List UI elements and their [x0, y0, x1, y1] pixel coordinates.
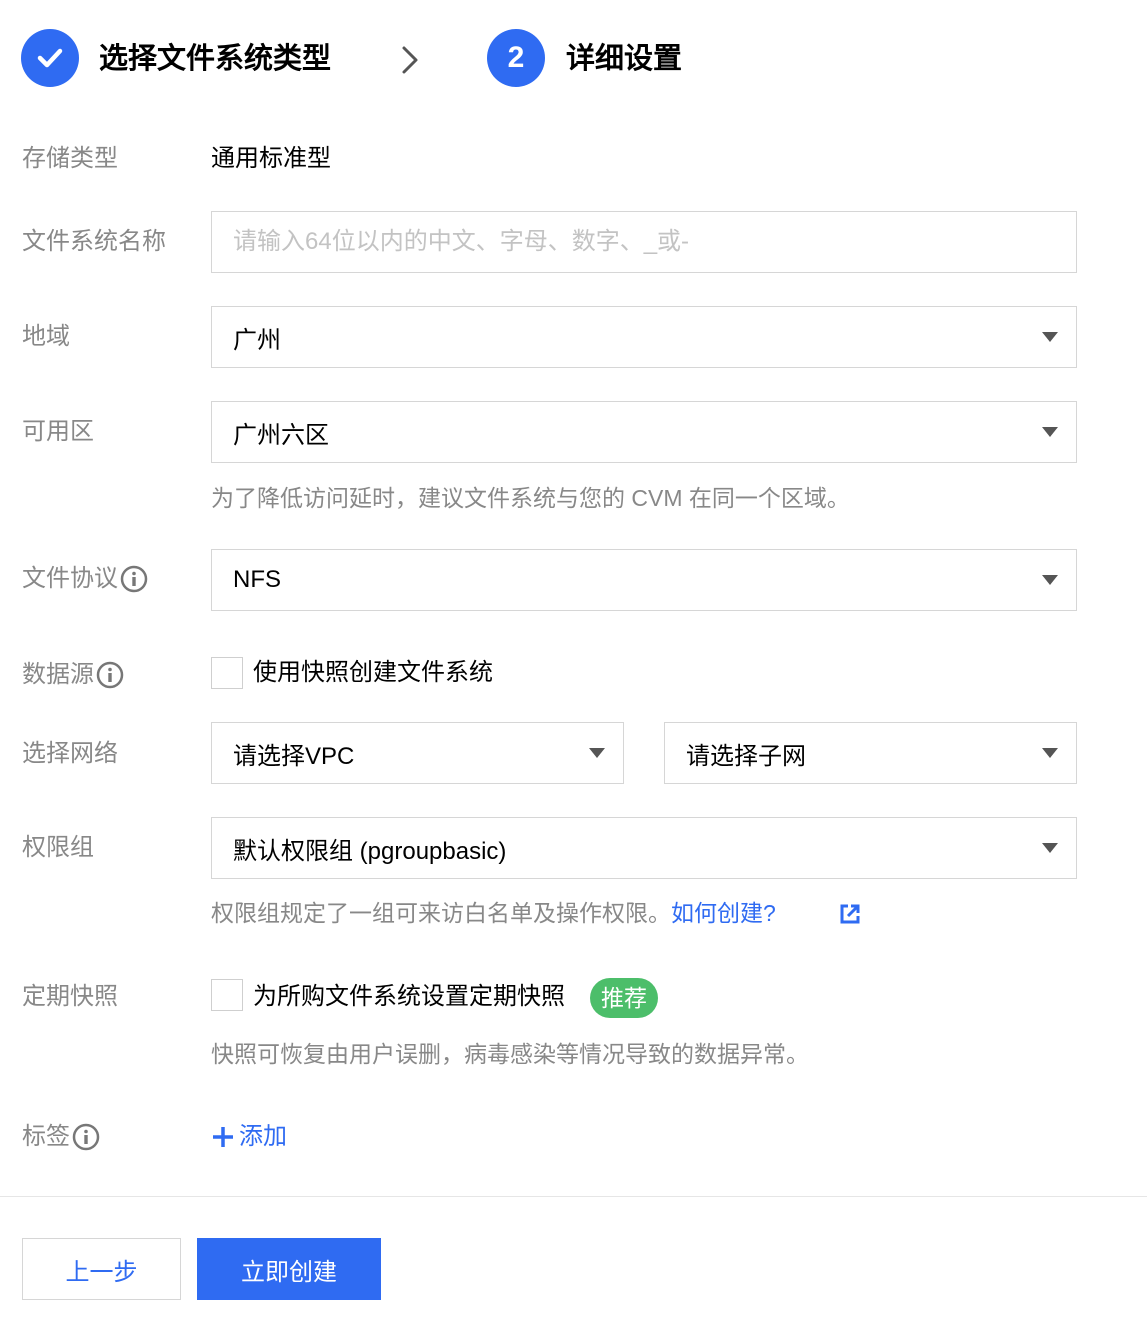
- protocol-select[interactable]: NFS: [211, 549, 1077, 611]
- zone-select[interactable]: 广州六区: [211, 401, 1077, 463]
- info-icon[interactable]: [96, 661, 124, 689]
- caret-down-icon: [1042, 427, 1058, 437]
- step-1-done-indicator: [21, 29, 79, 87]
- zone-selected: 广州六区: [233, 421, 329, 449]
- snapshot-checkbox-label[interactable]: 为所购文件系统设置定期快照: [253, 981, 565, 1013]
- region-selected: 广州: [233, 326, 281, 354]
- fs-name-label: 文件系统名称: [22, 228, 166, 255]
- protocol-label: 文件协议: [22, 563, 148, 595]
- step-2-number: 2: [487, 29, 545, 87]
- permission-group-selected: 默认权限组 (pgroupbasic): [233, 837, 507, 865]
- add-tag-button[interactable]: 添加: [211, 1121, 287, 1153]
- fs-name-input[interactable]: [233, 228, 1076, 256]
- step-1-title: 选择文件系统类型: [99, 43, 332, 75]
- data-source-checkbox-label[interactable]: 使用快照创建文件系统: [253, 657, 493, 689]
- fs-name-field[interactable]: [211, 211, 1077, 273]
- external-link-icon[interactable]: [839, 903, 861, 925]
- snapshot-checkbox[interactable]: [211, 979, 243, 1011]
- zone-label: 可用区: [22, 418, 94, 445]
- info-icon[interactable]: [120, 565, 148, 593]
- plus-icon: [213, 1127, 233, 1147]
- data-source-checkbox[interactable]: [211, 657, 243, 689]
- storage-type-label: 存储类型: [22, 145, 118, 172]
- chevron-right-icon: [402, 46, 418, 74]
- tags-label: 标签: [22, 1121, 100, 1153]
- protocol-selected: NFS: [233, 566, 281, 593]
- check-icon: [37, 48, 63, 68]
- caret-down-icon: [1042, 843, 1058, 853]
- recommend-badge: 推荐: [590, 978, 658, 1018]
- permission-group-label: 权限组: [22, 834, 94, 861]
- zone-hint: 为了降低访问延时，建议文件系统与您的 CVM 在同一个区域。: [211, 485, 850, 511]
- info-icon[interactable]: [72, 1123, 100, 1151]
- vpc-selected: 请选择VPC: [233, 742, 355, 770]
- snapshot-label: 定期快照: [22, 983, 118, 1010]
- prev-step-button[interactable]: 上一步: [22, 1238, 181, 1300]
- region-label: 地域: [22, 323, 70, 350]
- create-now-button[interactable]: 立即创建: [197, 1238, 381, 1300]
- subnet-selected: 请选择子网: [686, 742, 806, 770]
- snapshot-hint: 快照可恢复由用户误删，病毒感染等情况导致的数据异常。: [211, 1041, 809, 1067]
- step-2-title: 详细设置: [566, 43, 683, 75]
- caret-down-icon: [1042, 575, 1058, 585]
- permission-group-hint: 权限组规定了一组可来访白名单及操作权限。如何创建?: [211, 900, 776, 926]
- how-to-create-link[interactable]: 如何创建?: [671, 900, 776, 926]
- storage-type-value: 通用标准型: [211, 145, 331, 172]
- vpc-select[interactable]: 请选择VPC: [211, 722, 624, 784]
- subnet-select[interactable]: 请选择子网: [664, 722, 1077, 784]
- network-label: 选择网络: [22, 740, 118, 767]
- caret-down-icon: [589, 748, 605, 758]
- permission-group-select[interactable]: 默认权限组 (pgroupbasic): [211, 817, 1077, 879]
- footer-divider: [0, 1196, 1147, 1197]
- data-source-label: 数据源: [22, 659, 124, 691]
- caret-down-icon: [1042, 748, 1058, 758]
- caret-down-icon: [1042, 332, 1058, 342]
- region-select[interactable]: 广州: [211, 306, 1077, 368]
